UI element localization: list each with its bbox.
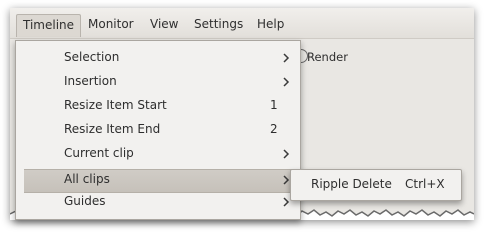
chevron-right-icon — [283, 197, 290, 207]
submenu-item-ripple-delete[interactable]: Ripple Delete Ctrl+X — [291, 170, 461, 200]
submenu-item-label: Ripple Delete — [311, 177, 392, 191]
menu-item-label: Guides — [64, 194, 106, 208]
menu-view-label: View — [150, 17, 179, 31]
chevron-right-icon — [283, 175, 290, 185]
menu-item-insertion[interactable]: Insertion — [16, 71, 298, 95]
menu-bar: Timeline Monitor View Settings Help — [10, 8, 474, 39]
menu-item-label: Current clip — [64, 146, 134, 160]
menu-view[interactable]: View — [144, 14, 184, 34]
menu-monitor-label: Monitor — [88, 17, 134, 31]
menu-item-label: Resize Item Start — [64, 98, 167, 112]
menu-item-resize-item-start[interactable]: Resize Item Start 1 — [16, 95, 298, 119]
menu-item-label: Selection — [64, 50, 120, 64]
menu-item-label: Insertion — [64, 74, 117, 88]
chevron-right-icon — [283, 77, 290, 87]
menu-item-selection[interactable]: Selection — [16, 47, 298, 71]
menu-help[interactable]: Help — [251, 14, 290, 34]
menu-item-resize-item-end[interactable]: Resize Item End 2 — [16, 119, 298, 143]
menu-timeline-label: Timeline — [23, 18, 75, 32]
menu-timeline[interactable]: Timeline — [16, 14, 82, 37]
all-clips-submenu: Ripple Delete Ctrl+X — [290, 169, 462, 201]
menu-settings-label: Settings — [194, 17, 244, 31]
chevron-right-icon — [283, 149, 290, 159]
menu-help-label: Help — [257, 17, 285, 31]
menu-monitor[interactable]: Monitor — [82, 14, 140, 34]
chevron-right-icon — [283, 53, 290, 63]
submenu-item-shortcut: Ctrl+X — [405, 177, 445, 191]
menu-item-shortcut: 1 — [270, 98, 278, 112]
menu-item-guides[interactable]: Guides — [16, 191, 298, 215]
menu-settings[interactable]: Settings — [188, 14, 249, 34]
menu-item-all-clips[interactable]: All clips — [24, 169, 292, 193]
menu-item-shortcut: 2 — [270, 122, 278, 136]
timeline-menu: Selection Insertion Resize Item Start 1 … — [15, 40, 301, 220]
menu-item-label: Resize Item End — [64, 122, 161, 136]
render-label: Render — [307, 50, 348, 64]
menu-item-label: All clips — [64, 172, 110, 186]
menu-item-current-clip[interactable]: Current clip — [16, 143, 298, 167]
